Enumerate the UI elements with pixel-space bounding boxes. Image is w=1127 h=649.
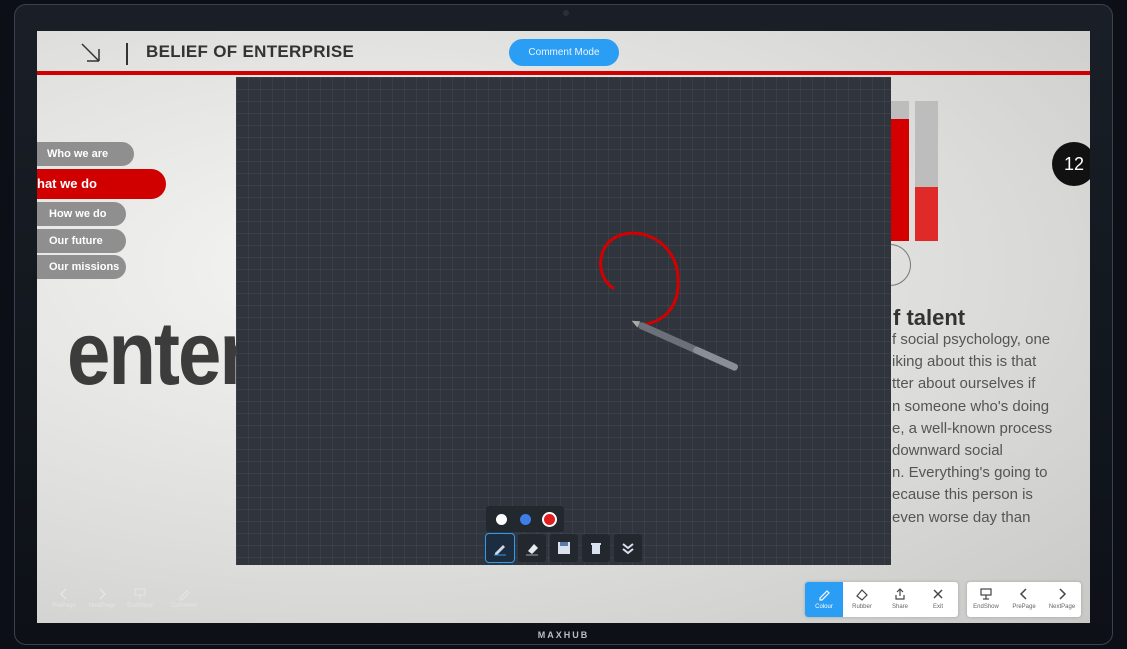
endshow-label: EndShow [973, 604, 999, 610]
collapse-icon [622, 543, 634, 555]
body-line: n someone who's doing [892, 397, 1050, 415]
color-white-swatch[interactable] [496, 514, 507, 525]
exit-label: Exit [932, 604, 943, 610]
chevron-right-icon [99, 588, 107, 600]
stylus-pen [631, 320, 738, 371]
body-line: e, a well-known process [892, 419, 1053, 437]
chevron-left-icon [1019, 588, 1027, 600]
color-red-swatch[interactable] [542, 512, 557, 527]
trash-icon [591, 543, 601, 554]
eraser-icon [526, 544, 538, 556]
body-line: iking about this is that [892, 353, 1037, 371]
share-button[interactable]: Share [881, 582, 919, 617]
endshow-button[interactable]: EndShow [967, 582, 1005, 617]
save-tool-button[interactable] [550, 534, 578, 562]
rubber-button[interactable]: Rubber [843, 582, 881, 617]
body-line: downward social [892, 442, 1003, 460]
arrow-down-right-icon [81, 43, 100, 62]
section-title: f talent [893, 305, 966, 330]
chevron-left-icon [59, 588, 67, 600]
nav-item-our-future[interactable]: Our future [37, 229, 126, 253]
presentation-icon [134, 588, 146, 599]
body-line: even worse day than [892, 508, 1031, 526]
nav-item-what-we-do[interactable]: hat we do [37, 169, 166, 199]
pen-icon [494, 545, 506, 556]
page-toolbar: EndShow PrePage NextPage [967, 582, 1081, 617]
prepage-button[interactable]: PrePage [1005, 582, 1043, 617]
rubber-label: Rubber [852, 604, 872, 610]
color-blue-swatch[interactable] [520, 514, 531, 525]
share-label: Share [891, 604, 908, 610]
faded-next-button[interactable]: NextPage [83, 582, 121, 617]
prepage-label: PrePage [1012, 604, 1036, 610]
nav-item-how-we-do[interactable]: How we do [37, 202, 126, 226]
nav-item-who-we-are[interactable]: Who we are [37, 142, 134, 166]
save-icon [558, 542, 570, 554]
faded-comment-button[interactable]: Comment [165, 582, 203, 617]
body-line: tter about ourselves if [892, 375, 1036, 393]
pen-icon [819, 590, 830, 601]
pen-icon [179, 590, 190, 601]
body-line: f social psychology, one [892, 331, 1051, 348]
faded-nav-controls: PrePage NextPage EndShow Comment [45, 582, 210, 617]
annotation-canvas[interactable] [236, 77, 891, 565]
faded-prev-label: PrePage [52, 603, 76, 609]
ink-stroke-layer [599, 231, 738, 371]
faded-comment-label: Comment [170, 603, 197, 609]
close-icon [933, 589, 943, 599]
share-icon [895, 588, 905, 600]
chevron-right-icon [1059, 588, 1067, 600]
camera-icon [563, 10, 569, 16]
pen-tool-button[interactable] [485, 533, 515, 563]
slide-title: BELIEF OF ENTERPRISE [146, 42, 355, 61]
collapse-tool-button[interactable] [614, 534, 642, 562]
body-line: n. Everything's going to [892, 464, 1048, 482]
exit-button[interactable]: Exit [919, 582, 957, 617]
faded-endshow-label: EndShow [127, 603, 153, 609]
faded-endshow-button[interactable]: EndShow [121, 582, 159, 617]
nextpage-label: NextPage [1048, 604, 1076, 610]
clear-tool-button[interactable] [582, 534, 610, 562]
bar-fill-1 [891, 119, 909, 241]
faded-prev-button[interactable]: PrePage [45, 582, 83, 617]
device-brand-logo: MAXHUB [537, 630, 590, 640]
page-number-badge: 12 [1052, 142, 1090, 186]
annotation-tools [485, 533, 642, 563]
color-palette [486, 506, 564, 532]
header-rule [37, 71, 1090, 75]
bar-fill-2 [915, 187, 938, 241]
presentation-icon [980, 588, 992, 600]
faded-next-label: NextPage [88, 603, 116, 609]
eraser-tool-button[interactable] [518, 534, 546, 562]
colour-label: Colour [815, 604, 833, 610]
eraser-icon [856, 589, 868, 601]
body-line: ecause this person is [892, 486, 1033, 504]
nextpage-button[interactable]: NextPage [1043, 582, 1081, 617]
body-text: f social psychology, one iking about thi… [892, 329, 1090, 529]
slide-big-word: enter [67, 302, 250, 404]
red-ink-stroke [599, 231, 680, 327]
comment-mode-button[interactable]: Comment Mode [509, 39, 619, 66]
nav-item-our-missions[interactable]: Our missions [37, 255, 126, 279]
annotation-toolbar: Colour Rubber Share Exit [805, 582, 958, 617]
title-separator [126, 43, 128, 65]
colour-button[interactable]: Colour [805, 582, 843, 617]
